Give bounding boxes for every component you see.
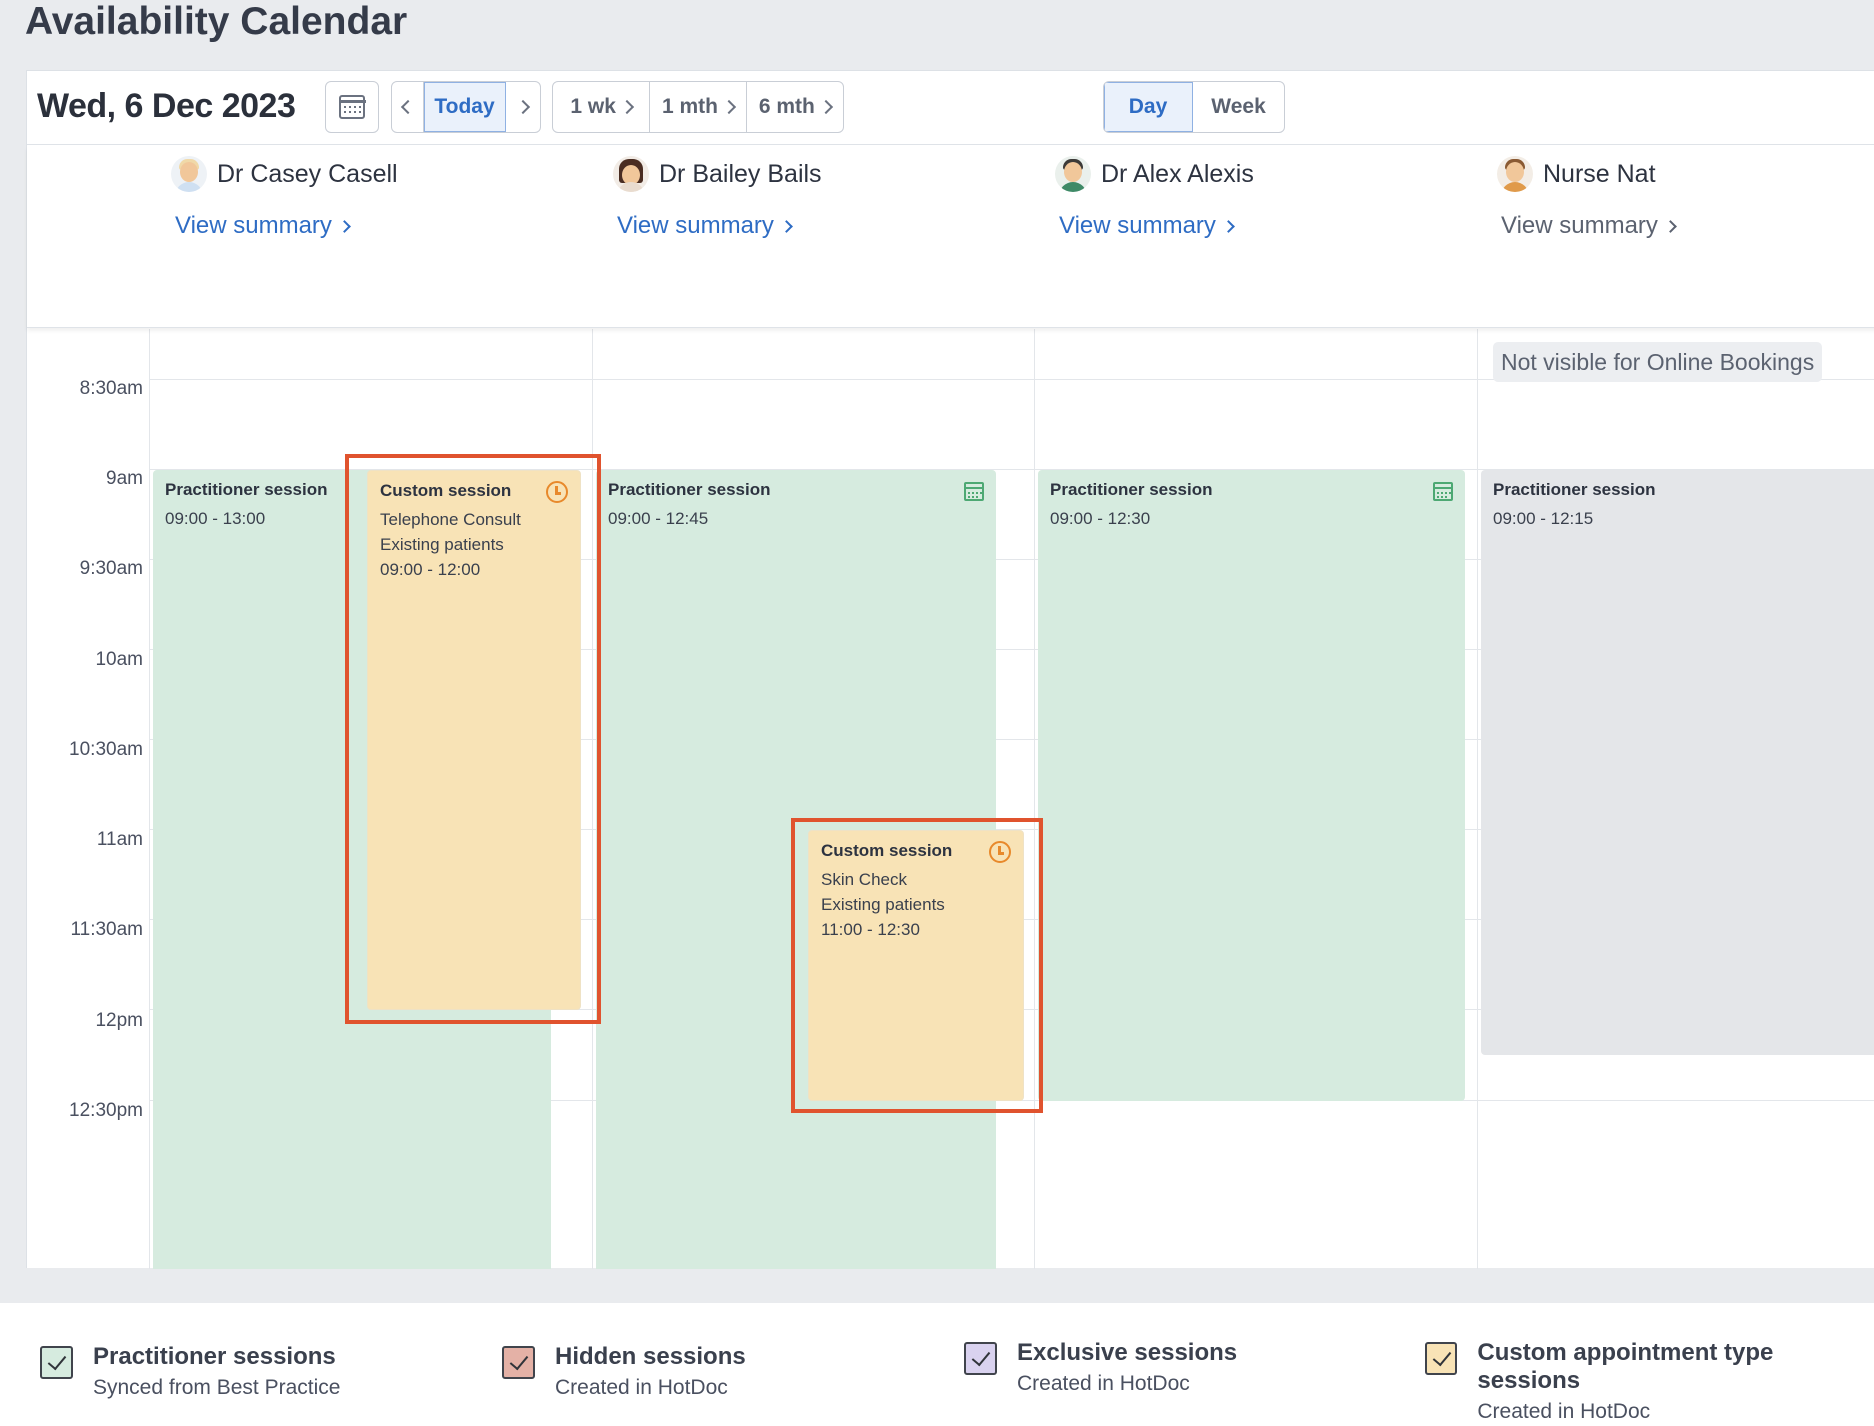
view-summary-label: View summary [1059, 212, 1216, 239]
view-summary-link[interactable]: View summary [617, 212, 822, 240]
legend-subtitle: Created in HotDoc [1017, 1372, 1190, 1395]
chevron-right-icon [619, 99, 634, 115]
avatar [1497, 156, 1533, 192]
highlight-box [345, 454, 601, 1024]
chevron-right-icon [780, 219, 793, 233]
view-day-button[interactable]: Day [1104, 82, 1194, 132]
session-time: 09:00 - 12:15 [1493, 509, 1594, 528]
time-label: 10am [95, 649, 143, 670]
jump-1wk-button[interactable]: 1 wk [553, 82, 651, 132]
calendar-icon [964, 482, 984, 501]
calendar-toolbar: Wed, 6 Dec 2023 Today 1 wk 1 mth 6 mth D… [27, 71, 1874, 145]
chevron-right-icon [338, 219, 351, 233]
session-title: Practitioner session [1493, 480, 1656, 499]
practitioner-session-block[interactable]: Practitioner session 09:00 - 12:30 [1038, 470, 1465, 1101]
not-visible-badge: Not visible for Online Bookings [1493, 342, 1823, 382]
legend-item-exclusive[interactable]: Exclusive sessions Created in HotDoc [964, 1339, 1237, 1396]
legend-item-custom[interactable]: Custom appointment type sessions Created… [1425, 1339, 1874, 1424]
time-label: 9:30am [79, 558, 143, 579]
view-toggle: Day Week [1103, 81, 1285, 133]
time-grid: 8:30am 9am 9:30am 10am 10:30am 11am 11:3… [27, 329, 1874, 1269]
time-label: 10:30am [69, 739, 143, 760]
legend-title: Exclusive sessions [1017, 1339, 1238, 1366]
view-summary-label: View summary [1501, 212, 1658, 239]
practitioner-column-header: Dr Alex Alexis View summary [1055, 156, 1254, 240]
avatar [1055, 156, 1091, 192]
practitioner-session-block[interactable]: Practitioner session 09:00 - 12:15 [1481, 470, 1874, 1055]
previous-day-button[interactable] [392, 82, 424, 132]
legend-title: Hidden sessions [555, 1343, 746, 1370]
view-summary-link[interactable]: View summary [1059, 212, 1254, 240]
calendar-panel: Wed, 6 Dec 2023 Today 1 wk 1 mth 6 mth D… [26, 70, 1874, 1269]
jump-6mth-button[interactable]: 6 mth [747, 82, 843, 132]
time-label: 11am [96, 829, 143, 850]
chevron-right-icon [515, 99, 531, 115]
page-title: Availability Calendar [25, 0, 408, 43]
range-jump-group: 1 wk 1 mth 6 mth [552, 81, 844, 133]
view-summary-link[interactable]: View summary [1501, 212, 1677, 240]
view-summary-link[interactable]: View summary [175, 212, 398, 240]
jump-1mth-button[interactable]: 1 mth [650, 82, 747, 132]
time-label: 12:30pm [69, 1100, 143, 1121]
calendar-icon [338, 95, 366, 119]
time-label: 8:30am [79, 378, 143, 399]
session-time: 09:00 - 12:45 [608, 509, 709, 528]
avatar [613, 156, 649, 192]
chevron-right-icon [721, 99, 737, 115]
highlight-box [791, 818, 1043, 1113]
calendar-icon [1433, 482, 1453, 501]
practitioner-name: Dr Alex Alexis [1101, 159, 1254, 188]
practitioner-column-header: Nurse Nat View summary [1497, 156, 1677, 240]
legend-subtitle: Created in HotDoc [555, 1376, 728, 1399]
legend-subtitle: Synced from Best Practice [93, 1376, 341, 1399]
date-picker-button[interactable] [325, 81, 379, 133]
jump-6mth-label: 6 mth [758, 95, 815, 118]
chevron-left-icon [400, 99, 415, 115]
checkbox-icon[interactable] [40, 1346, 73, 1379]
legend-item-hidden[interactable]: Hidden sessions Created in HotDoc [502, 1343, 746, 1400]
practitioner-header: Dr Casey Casell View summary Dr Bailey B… [27, 146, 1874, 382]
session-title: Practitioner session [608, 480, 771, 499]
legend-item-practitioner[interactable]: Practitioner sessions Synced from Best P… [40, 1343, 340, 1400]
time-label: 12pm [95, 1010, 143, 1031]
next-day-button[interactable] [506, 82, 540, 132]
practitioner-column-header: Dr Casey Casell View summary [171, 156, 398, 240]
checkbox-icon[interactable] [502, 1346, 535, 1379]
time-label: 9am [106, 468, 143, 489]
jump-1wk-label: 1 wk [570, 95, 616, 118]
legend-title: Practitioner sessions [93, 1343, 336, 1370]
checkbox-icon[interactable] [964, 1342, 997, 1375]
practitioner-name: Dr Casey Casell [217, 159, 398, 188]
jump-1mth-label: 1 mth [661, 95, 718, 118]
practitioner-name: Nurse Nat [1543, 159, 1656, 188]
view-summary-label: View summary [175, 212, 332, 239]
view-week-button[interactable]: Week [1193, 82, 1284, 132]
checkbox-icon[interactable] [1425, 1342, 1458, 1375]
practitioner-column-header: Dr Bailey Bails View summary [613, 156, 822, 240]
avatar [171, 156, 207, 192]
view-summary-label: View summary [617, 212, 774, 239]
today-button[interactable]: Today [424, 82, 506, 132]
chevron-right-icon [1222, 219, 1235, 233]
practitioner-name: Dr Bailey Bails [659, 159, 822, 188]
chevron-right-icon [818, 99, 833, 115]
legend-title: Custom appointment type sessions [1477, 1339, 1774, 1394]
time-label: 11:30am [70, 919, 143, 940]
session-time: 09:00 - 12:30 [1050, 509, 1151, 528]
legend-subtitle: Created in HotDoc [1477, 1400, 1651, 1423]
session-legend: Practitioner sessions Synced from Best P… [0, 1303, 1874, 1426]
current-date: Wed, 6 Dec 2023 [37, 87, 296, 125]
chevron-right-icon [1664, 219, 1677, 233]
day-navigation: Today [391, 81, 541, 133]
session-title: Practitioner session [1050, 480, 1213, 499]
